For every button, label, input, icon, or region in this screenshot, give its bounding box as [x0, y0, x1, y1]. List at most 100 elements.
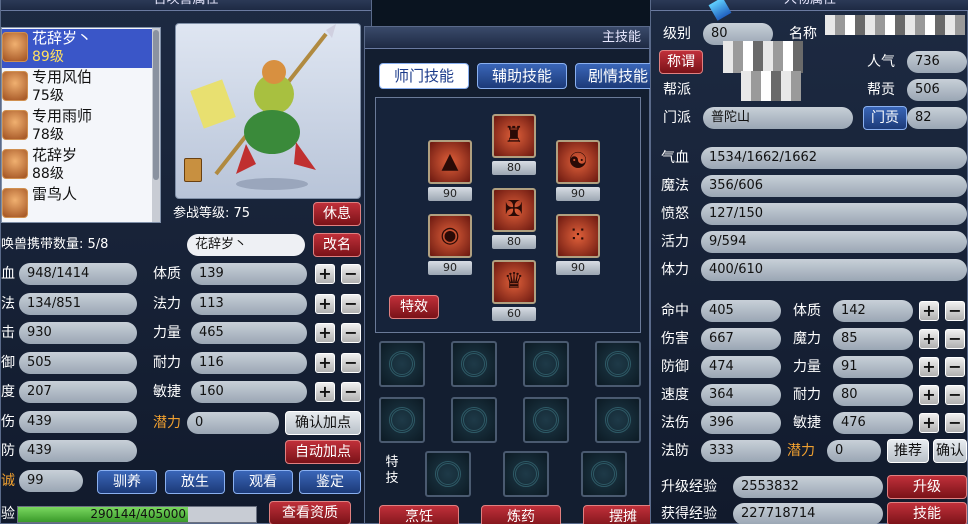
rest-button[interactable]: 休息: [313, 202, 361, 226]
slot-ornament: [605, 407, 631, 433]
release-button[interactable]: 放生: [165, 470, 225, 494]
skill-action-button[interactable]: 炼药: [481, 505, 561, 524]
dice-icon[interactable]: ⁙: [556, 214, 600, 258]
empty-item-slot[interactable]: [523, 341, 569, 387]
empty-item-slot[interactable]: [595, 397, 641, 443]
special-skill-slot[interactable]: [503, 451, 549, 497]
increase-button[interactable]: +: [315, 293, 335, 314]
pet-stat-value: 505: [19, 351, 137, 374]
char-stat-label: 伤害: [661, 331, 689, 347]
empty-item-slot[interactable]: [379, 341, 425, 387]
decrease-button[interactable]: −: [945, 329, 965, 349]
stupa-icon[interactable]: ▲: [428, 140, 472, 184]
decrease-button[interactable]: −: [945, 385, 965, 405]
watch-button[interactable]: 观看: [233, 470, 293, 494]
increase-button[interactable]: +: [919, 357, 939, 377]
pet-list-item[interactable]: 雷鸟人: [2, 185, 152, 224]
tab-1[interactable]: 辅助技能: [477, 63, 567, 89]
increase-button[interactable]: +: [315, 382, 335, 402]
empty-item-slot[interactable]: [451, 341, 497, 387]
pet-list-item[interactable]: 专用雨师 78级: [2, 107, 152, 146]
pet-name: 专用雨师: [32, 107, 93, 125]
pet-stat-value: 99: [19, 469, 83, 492]
pet-list-scrollbar[interactable]: [152, 28, 160, 222]
empty-item-slot[interactable]: [451, 397, 497, 443]
rename-button[interactable]: 改名: [313, 233, 361, 257]
pet-stat-label: 法: [1, 295, 15, 312]
decrease-button[interactable]: −: [945, 413, 965, 433]
empty-item-slot[interactable]: [595, 341, 641, 387]
skills-panel: 主技能 ▲ 90 ♜ 80 ☯ 90 ◉ 90 ✠ 80 ⁙ 90 ♛ 60 特效 特技 师门技能 辅助技能…: [364, 26, 663, 524]
appraise-button[interactable]: 鉴定: [299, 470, 361, 494]
tab-0[interactable]: 师门技能: [379, 63, 469, 89]
skill-action-button[interactable]: 烹饪: [379, 505, 459, 524]
effect-button[interactable]: 特效: [389, 295, 439, 319]
recommend-button[interactable]: 推荐: [887, 439, 929, 463]
special-skill-slot[interactable]: [581, 451, 627, 497]
increase-button[interactable]: +: [315, 264, 335, 284]
pet-list-item[interactable]: 专用风伯 75级: [2, 68, 152, 107]
guild-contrib-value: 506: [907, 79, 967, 101]
pet-name-input[interactable]: 花辞岁丶: [187, 234, 305, 256]
char-attr-label: 耐力: [793, 387, 821, 403]
decrease-button[interactable]: −: [341, 293, 361, 314]
skills-button[interactable]: 技能: [887, 502, 967, 524]
scrollbar-thumb[interactable]: [153, 30, 159, 180]
head-icon[interactable]: ☯: [556, 140, 600, 184]
confirm-button[interactable]: 确认: [933, 439, 967, 463]
pet-list-item[interactable]: 花辞岁丶 89级: [2, 29, 152, 68]
vital-value: 9/594: [701, 231, 967, 253]
pet-attr-value: 465: [191, 322, 307, 344]
school-contrib-button[interactable]: 门贡: [863, 106, 907, 130]
pet-attr-label: 耐力: [153, 354, 181, 371]
crown-icon[interactable]: ♛: [492, 260, 536, 304]
helmet-icon[interactable]: ♜: [492, 114, 536, 158]
slot-ornament: [389, 407, 415, 433]
decrease-button[interactable]: −: [341, 382, 361, 402]
title-value-redacted: [723, 41, 803, 73]
pet-list-item[interactable]: 花辞岁 88级: [2, 146, 152, 185]
char-attr-value: 142: [833, 300, 913, 322]
upgrade-button[interactable]: 升级: [887, 475, 967, 499]
skill-glyph: ▲: [441, 149, 459, 174]
empty-item-slot[interactable]: [379, 397, 425, 443]
title-button[interactable]: 称谓: [659, 50, 703, 74]
increase-button[interactable]: +: [919, 301, 939, 321]
decrease-button[interactable]: −: [945, 301, 965, 321]
empty-item-slot[interactable]: [523, 397, 569, 443]
skill-level: 80: [492, 161, 536, 175]
decrease-button[interactable]: −: [341, 352, 361, 373]
tab-2[interactable]: 剧情技能: [575, 63, 661, 89]
exp-bar: 290144/405000: [17, 506, 257, 523]
increase-button[interactable]: +: [919, 413, 939, 433]
confirm-points-button[interactable]: 确认加点: [285, 411, 361, 435]
char-stat-label: 速度: [661, 387, 689, 403]
char-attr-value: 91: [833, 356, 913, 378]
gained-exp-label: 获得经验: [661, 506, 717, 522]
increase-button[interactable]: +: [919, 329, 939, 349]
increase-button[interactable]: +: [315, 352, 335, 373]
decrease-button[interactable]: −: [341, 323, 361, 343]
slot-ornament: [389, 351, 415, 377]
decrease-button[interactable]: −: [945, 357, 965, 377]
increase-button[interactable]: +: [919, 385, 939, 405]
special-skill-slot[interactable]: [425, 451, 471, 497]
pet-avatar: [2, 188, 28, 218]
increase-button[interactable]: +: [315, 323, 335, 343]
rune-icon[interactable]: ✠: [492, 188, 536, 232]
book-icon[interactable]: [184, 158, 202, 182]
pet-level: 88级: [32, 166, 64, 182]
auto-points-button[interactable]: 自动加点: [285, 440, 361, 464]
view-quality-button[interactable]: 查看资质: [269, 501, 351, 524]
pet-stat-value: 134/851: [19, 292, 137, 315]
skill-level: 90: [556, 187, 600, 201]
special-skill-label: 特技: [385, 455, 399, 486]
tame-button[interactable]: 驯养: [97, 470, 157, 494]
slot-ornament: [461, 407, 487, 433]
char-potential-value: 0: [827, 440, 881, 462]
vital-label: 魔法: [661, 178, 689, 194]
seal-icon[interactable]: ◉: [428, 214, 472, 258]
level-label: 级别: [663, 26, 691, 42]
decrease-button[interactable]: −: [341, 264, 361, 284]
skill-level: 90: [556, 261, 600, 275]
